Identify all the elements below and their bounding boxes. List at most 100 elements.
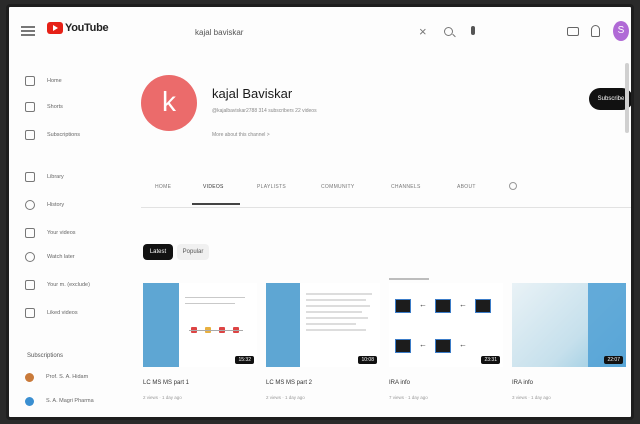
menu-icon[interactable] (21, 26, 35, 36)
sidebar-item-subscriptions[interactable]: Subscriptions (25, 127, 80, 143)
thumbnail-text-line (306, 293, 372, 295)
video-card[interactable]: ← ← ← ← 23:31 IRA info 7 views · 1 day a… (389, 278, 503, 400)
tab-home[interactable]: HOME (155, 184, 171, 190)
tab-channels[interactable]: CHANNELS (391, 184, 421, 190)
home-icon (25, 76, 35, 86)
sidebar-item-history[interactable]: History (25, 197, 64, 213)
video-title[interactable]: LC MS MS part 2 (266, 380, 312, 386)
sidebar-item-label: Library (47, 174, 64, 180)
clear-search-icon[interactable]: × (419, 24, 427, 39)
sidebar-item-shorts[interactable]: Shorts (25, 99, 63, 115)
video-duration: 23:31 (481, 356, 500, 364)
history-icon (25, 200, 35, 210)
youtube-play-icon (47, 22, 63, 34)
thumbnail-text-line (306, 323, 356, 325)
diagram-line (189, 330, 243, 331)
sidebar-item-label: Your videos (47, 230, 76, 236)
video-meta: 7 views · 1 day ago (389, 395, 428, 400)
tab-videos[interactable]: VIDEOS (203, 184, 224, 190)
diagram-block (435, 299, 451, 313)
subscriptions-heading: Subscriptions (27, 353, 64, 359)
diagram-block (435, 339, 451, 353)
video-title[interactable]: IRA info (389, 380, 410, 386)
tab-about[interactable]: ABOUT (457, 184, 476, 190)
video-card[interactable]: 10:08 LC MS MS part 2 2 views · 1 day ag… (266, 283, 380, 400)
logo-text: YouTube (65, 22, 109, 34)
sidebar-item-your-movies[interactable]: Your m. (exclude) (25, 277, 90, 293)
thumbnail-text-line (306, 299, 366, 301)
channel-meta: @kajalbaviskar2788 314 subscribers 22 vi… (212, 108, 317, 114)
channel-avatar-icon (25, 396, 34, 406)
subscription-item[interactable]: Prof. S. A. Hidam (25, 369, 88, 385)
channel-name: kajal Baviskar (212, 86, 293, 101)
thumbnail-text-line (306, 305, 370, 307)
thumbnail-line (185, 297, 245, 298)
video-meta: 2 views · 1 day ago (143, 395, 182, 400)
sidebar-item-liked-videos[interactable]: Liked videos (25, 305, 78, 321)
channel-avatar[interactable]: k (141, 75, 197, 131)
sidebar-item-label: History (47, 202, 65, 208)
sidebar-item-label: Watch later (47, 254, 75, 260)
sidebar-item-your-videos[interactable]: Your videos (25, 225, 76, 241)
subscription-item[interactable]: S. A. Magri Pharma (25, 393, 94, 409)
diagram-block (395, 339, 411, 353)
chip-latest[interactable]: Latest (143, 244, 173, 260)
scrollbar[interactable] (625, 63, 629, 133)
video-title[interactable]: IRA info (512, 380, 533, 386)
thumbnail-line (185, 303, 235, 304)
video-duration: 10:08 (358, 356, 377, 364)
youtube-window: YouTube kajal baviskar × S Home Shorts S… (6, 4, 634, 420)
video-card[interactable]: 22:07 IRA info 3 views · 1 day ago (512, 283, 626, 400)
video-title[interactable]: LC MS MS part 1 (143, 380, 189, 386)
sidebar-item-label: Liked videos (47, 310, 78, 316)
account-avatar[interactable]: S (613, 21, 629, 41)
thumbnail-title-panel (143, 283, 179, 367)
video-thumbnail[interactable]: 15:32 (143, 283, 257, 367)
video-meta: 3 views · 1 day ago (512, 395, 551, 400)
sidebar-item-label: Home (47, 78, 62, 84)
create-video-icon[interactable] (567, 27, 579, 36)
video-thumbnail[interactable]: 10:08 (266, 283, 380, 367)
subscription-label: S. A. Magri Pharma (46, 398, 94, 404)
microphone-icon[interactable] (471, 26, 475, 35)
sidebar-item-watch-later[interactable]: Watch later (25, 249, 75, 265)
tab-playlists[interactable]: PLAYLISTS (257, 184, 286, 190)
arrow-left-icon: ← (419, 340, 427, 349)
sidebar-item-label: Shorts (47, 104, 63, 110)
search-icon[interactable] (444, 27, 453, 36)
video-meta: 2 views · 1 day ago (266, 395, 305, 400)
video-thumbnail[interactable]: ← ← ← ← 23:31 (389, 283, 503, 367)
search-input[interactable]: kajal baviskar (195, 28, 243, 37)
active-tab-indicator (192, 203, 240, 205)
thumbnail-text-line (306, 311, 362, 313)
diagram-block (475, 299, 491, 313)
youtube-logo[interactable]: YouTube (47, 22, 109, 34)
liked-videos-icon (25, 308, 35, 318)
notifications-icon[interactable] (591, 25, 600, 37)
sidebar-item-home[interactable]: Home (25, 73, 62, 89)
more-about-link[interactable]: More about this channel > (212, 132, 270, 138)
library-icon (25, 172, 35, 182)
watch-later-icon (25, 252, 35, 262)
video-thumbnail[interactable]: 22:07 (512, 283, 626, 367)
arrow-left-icon: ← (459, 300, 467, 309)
video-duration: 15:32 (235, 356, 254, 364)
sidebar-item-library[interactable]: Library (25, 169, 64, 185)
thumbnail-title-panel (588, 283, 626, 367)
your-movies-icon (25, 280, 35, 290)
arrow-left-icon: ← (419, 300, 427, 309)
video-duration: 22:07 (604, 356, 623, 364)
shorts-icon (25, 102, 35, 112)
chip-popular[interactable]: Popular (177, 244, 209, 260)
thumbnail-text-line (306, 329, 366, 331)
tab-community[interactable]: COMMUNITY (321, 184, 355, 190)
channel-avatar-icon (25, 372, 34, 382)
diagram-block (395, 299, 411, 313)
subscription-label: Prof. S. A. Hidam (46, 374, 89, 380)
watch-progress-bar (389, 278, 429, 280)
subscriptions-icon (25, 130, 35, 140)
your-videos-icon (25, 228, 35, 238)
channel-search-icon[interactable] (509, 182, 517, 190)
video-card[interactable]: 15:32 LC MS MS part 1 2 views · 1 day ag… (143, 283, 257, 400)
thumbnail-text-line (306, 317, 368, 319)
